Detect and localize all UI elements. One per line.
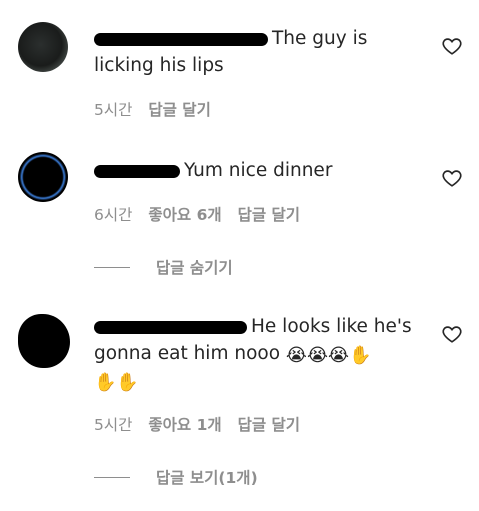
- timestamp: 5시간: [94, 416, 133, 434]
- avatar[interactable]: [18, 152, 68, 202]
- heart-icon[interactable]: [441, 323, 463, 345]
- replies-divider: [94, 476, 130, 478]
- comment-meta: 5시간 좋아요 1개 답글 달기: [94, 413, 300, 435]
- toggle-replies-label: 답글 숨기기: [156, 259, 233, 277]
- avatar[interactable]: [18, 314, 70, 368]
- replies-divider: [94, 266, 130, 268]
- likes-count[interactable]: 좋아요 1개: [148, 413, 221, 435]
- reply-button[interactable]: 답글 달기: [238, 203, 300, 225]
- timestamp: 5시간: [94, 101, 133, 119]
- comment-text: Yum nice dinner: [94, 157, 429, 184]
- heart-icon[interactable]: [441, 35, 463, 57]
- emoji-group: ✋✋: [94, 372, 139, 393]
- reply-button[interactable]: 답글 달기: [238, 413, 300, 435]
- view-replies-button[interactable]: 답글 보기(1개): [94, 466, 258, 488]
- heart-icon[interactable]: [441, 167, 463, 189]
- avatar[interactable]: [18, 22, 68, 72]
- reply-button[interactable]: 답글 달기: [148, 98, 210, 120]
- view-replies-label: 답글 보기(1개): [156, 469, 258, 487]
- toggle-replies-button[interactable]: 답글 숨기기: [94, 256, 233, 278]
- emoji-group: 😭😭😭✋: [285, 345, 372, 366]
- redacted-username: [94, 164, 180, 178]
- redacted-username: [94, 320, 247, 334]
- comment-meta: 5시간 답글 달기: [94, 98, 211, 120]
- likes-count[interactable]: 좋아요 6개: [148, 203, 221, 225]
- comment-text: He looks like he's gonna eat him nooo 😭😭…: [94, 316, 412, 393]
- redacted-username: [94, 32, 268, 46]
- comment-meta: 6시간 좋아요 6개 답글 달기: [94, 203, 300, 225]
- timestamp: 6시간: [94, 206, 133, 224]
- comment-text: The guy is licking his lips: [94, 28, 368, 76]
